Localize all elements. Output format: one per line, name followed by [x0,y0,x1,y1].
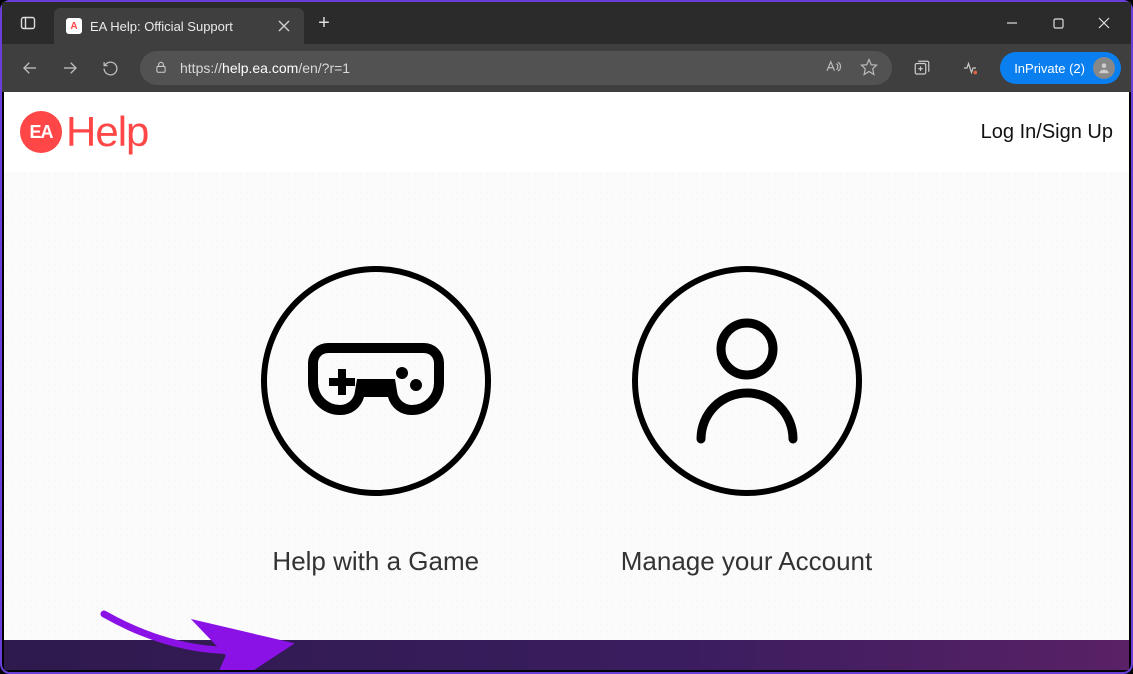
manage-account-option[interactable]: Manage your Account [621,266,873,577]
profile-avatar-icon [1093,57,1115,79]
help-with-game-option[interactable]: Help with a Game [261,266,491,577]
main-options-area: Help with a Game Manage your Account [4,172,1129,640]
ea-logo-icon: EA [20,111,62,153]
forward-button[interactable] [52,50,88,86]
login-signup-link[interactable]: Log In/Sign Up [981,121,1113,144]
address-bar[interactable]: https://help.ea.com/en/?r=1 [140,51,892,85]
url-text: https://help.ea.com/en/?r=1 [180,60,350,76]
minimize-button[interactable] [989,2,1035,44]
tab-favicon-icon: A [66,18,82,34]
lock-icon [154,60,168,77]
favorite-icon[interactable] [860,58,878,79]
browser-toolbar: https://help.ea.com/en/?r=1 InPrivate (2… [2,44,1131,92]
window-controls [989,2,1127,44]
tab-title: EA Help: Official Support [90,19,268,34]
ea-help-logo[interactable]: EA Help [20,108,148,156]
inprivate-label: InPrivate (2) [1014,61,1085,76]
tab-actions-button[interactable] [12,7,44,39]
person-icon [632,266,862,496]
performance-icon[interactable] [952,50,988,86]
game-controller-icon [261,266,491,496]
footer-strip [4,640,1129,670]
browser-titlebar: A EA Help: Official Support + [2,2,1131,44]
close-tab-button[interactable] [274,16,294,36]
inprivate-indicator[interactable]: InPrivate (2) [1000,52,1121,84]
page-content: EA Help Log In/Sign Up Help with a Game [4,92,1129,670]
refresh-button[interactable] [92,50,128,86]
logo-text: Help [66,108,148,156]
site-header: EA Help Log In/Sign Up [4,92,1129,172]
close-window-button[interactable] [1081,2,1127,44]
help-with-game-label: Help with a Game [272,546,479,577]
read-aloud-icon[interactable] [824,58,842,79]
manage-account-label: Manage your Account [621,546,873,577]
collections-icon[interactable] [904,50,940,86]
maximize-button[interactable] [1035,2,1081,44]
back-button[interactable] [12,50,48,86]
new-tab-button[interactable]: + [308,7,340,39]
browser-tab[interactable]: A EA Help: Official Support [54,8,304,44]
